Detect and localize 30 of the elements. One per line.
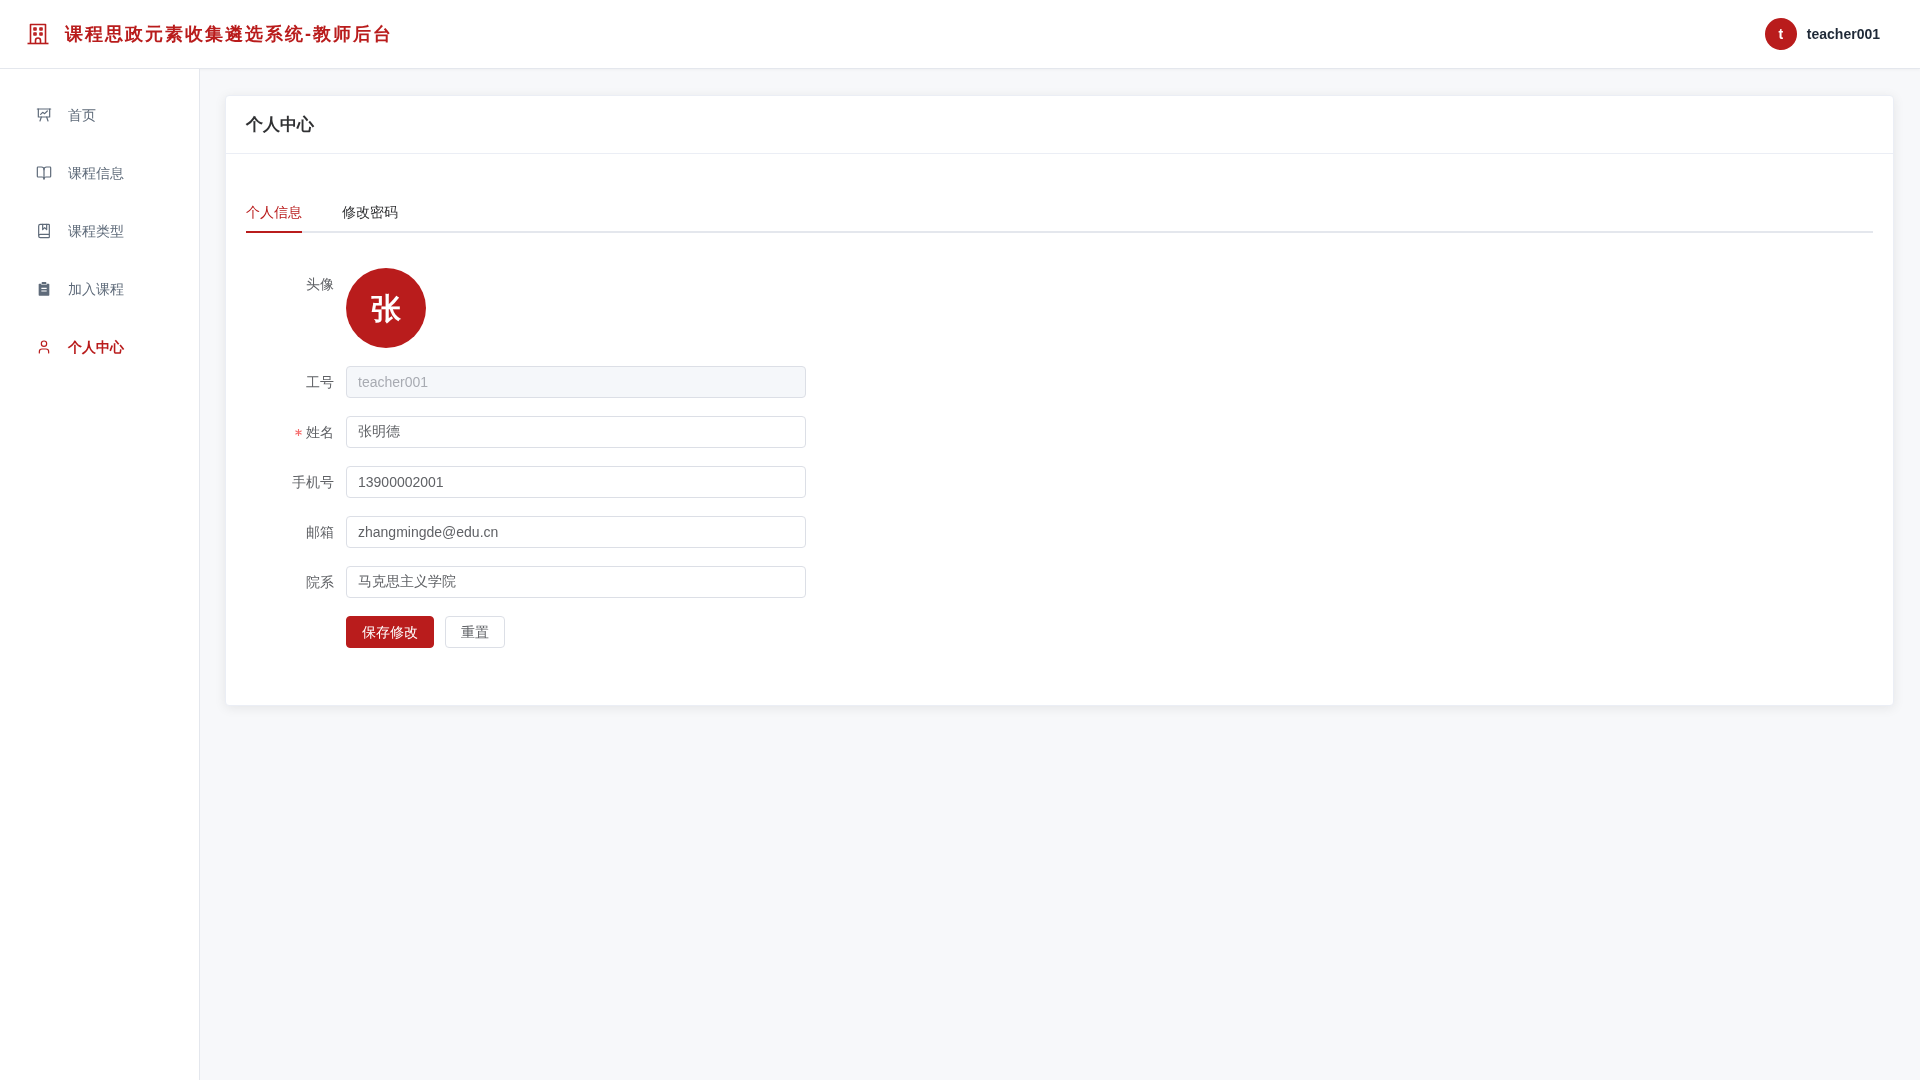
reset-button[interactable]: 重置 (445, 616, 505, 648)
app-title: 课程思政元素收集遴选系统-教师后台 (65, 25, 393, 43)
field-label: 头像 (305, 275, 335, 294)
username: teacher001 (1806, 24, 1880, 44)
sidebar-item[interactable]: 加入课程 (0, 260, 199, 318)
field-label: 邮箱 (306, 523, 334, 542)
field-label: 姓名 (306, 423, 334, 442)
avatar[interactable]: 张 (346, 268, 426, 348)
chart-board-icon (36, 107, 52, 123)
page-title: 个人中心 (246, 113, 314, 136)
clipboard-icon (36, 281, 52, 297)
save-button[interactable]: 保存修改 (346, 616, 434, 648)
field-label: 手机号 (292, 473, 334, 492)
input-field[interactable]: 13900002001 (346, 466, 806, 498)
open-book-icon (36, 165, 52, 181)
sidebar-item[interactable]: 课程类型 (0, 202, 199, 260)
input-field[interactable]: zhangmingde@edu.cn (346, 516, 806, 548)
sidebar-item[interactable]: 个人中心 (0, 318, 199, 376)
sidebar-item[interactable]: 课程信息 (0, 144, 199, 202)
building-icon (26, 22, 50, 46)
user-avatar[interactable]: t (1764, 18, 1797, 50)
tab[interactable]: 个人信息 (246, 193, 302, 233)
field-label: 院系 (306, 573, 334, 592)
user-icon (36, 339, 52, 355)
input-field[interactable]: 马克思主义学院 (346, 566, 806, 598)
field-label: 工号 (306, 373, 334, 392)
book-icon (36, 223, 52, 239)
input-field[interactable]: 张明德 (346, 416, 806, 448)
tab[interactable]: 修改密码 (342, 193, 398, 233)
sidebar-item[interactable]: 首页 (0, 86, 199, 144)
